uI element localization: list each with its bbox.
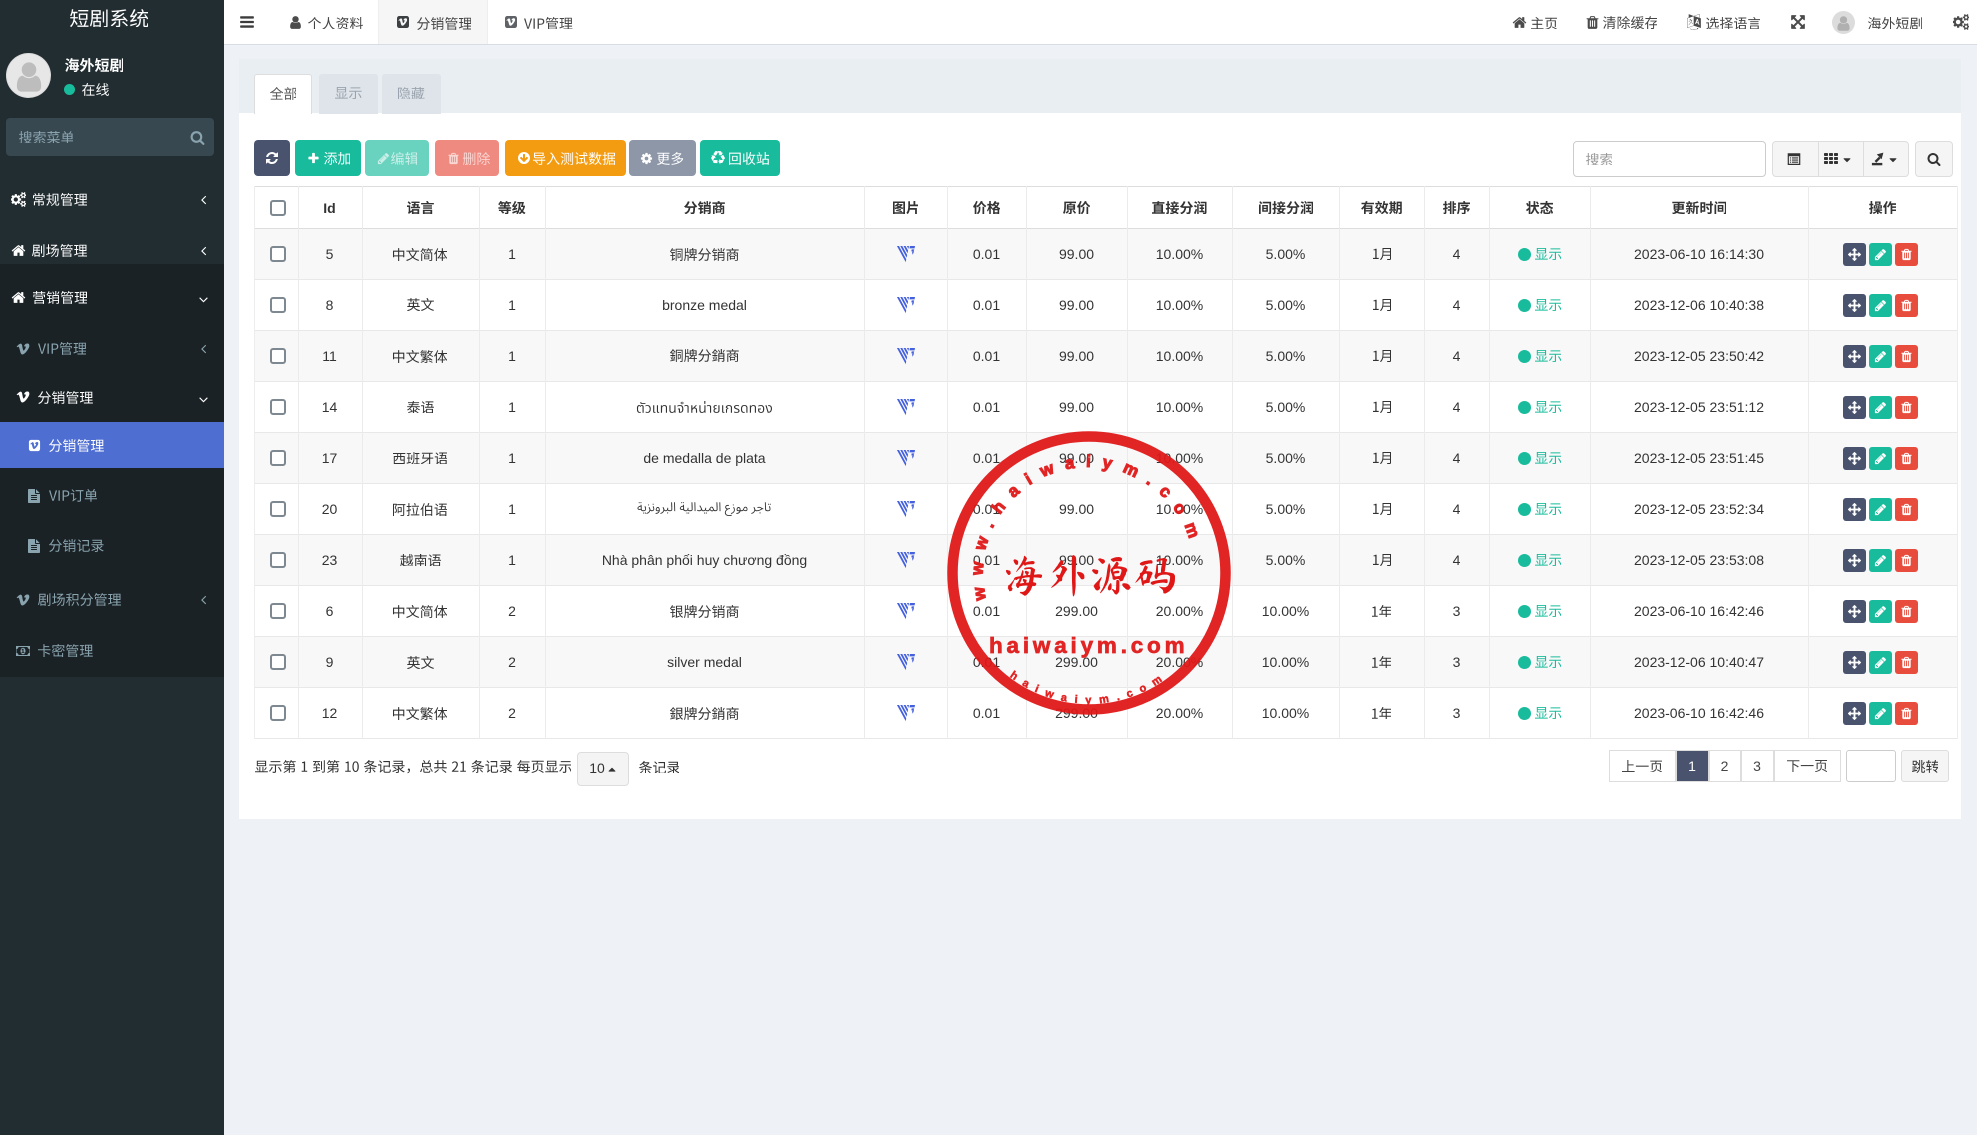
svg-text:haiwaiym.com: haiwaiym.com bbox=[989, 633, 1188, 658]
